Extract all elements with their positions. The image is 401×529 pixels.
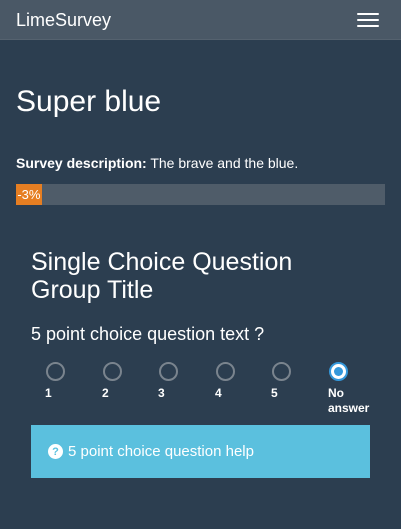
survey-title: Super blue	[16, 85, 162, 118]
hamburger-icon-bar	[357, 13, 379, 15]
answer-options: 1 2 3 4 5 No answer	[45, 362, 385, 422]
radio-button[interactable]	[272, 362, 291, 381]
radio-button-selected[interactable]	[329, 362, 348, 381]
group-title: Single Choice Question Group Title	[31, 248, 293, 304]
top-navbar: LimeSurvey	[0, 0, 401, 40]
answer-option-2[interactable]: 2	[102, 362, 152, 401]
survey-description: Survey description: The brave and the bl…	[16, 155, 386, 171]
progress-bar: -3%	[16, 184, 385, 205]
answer-label: No answer	[328, 386, 370, 415]
radio-button[interactable]	[159, 362, 178, 381]
answer-label: 3	[158, 386, 165, 400]
hamburger-icon-bar	[357, 19, 379, 21]
answer-label: 2	[102, 386, 109, 400]
survey-description-text: The brave and the blue.	[150, 155, 299, 171]
question-help-text: 5 point choice question help	[68, 443, 254, 460]
answer-option-4[interactable]: 4	[215, 362, 265, 401]
radio-button[interactable]	[103, 362, 122, 381]
answer-label: 4	[215, 386, 222, 400]
brand-link[interactable]: LimeSurvey	[16, 10, 111, 31]
survey-description-label: Survey description:	[16, 155, 147, 171]
question-circle-icon: ?	[48, 444, 63, 459]
question-help: ? 5 point choice question help	[31, 425, 370, 478]
radio-button[interactable]	[46, 362, 65, 381]
menu-toggle-button[interactable]	[351, 9, 385, 31]
answer-option-3[interactable]: 3	[158, 362, 208, 401]
radio-button[interactable]	[216, 362, 235, 381]
answer-label: 1	[45, 386, 52, 400]
answer-option-1[interactable]: 1	[45, 362, 95, 401]
hamburger-icon-bar	[357, 25, 379, 27]
answer-option-no-answer[interactable]: No answer	[328, 362, 378, 416]
progress-fill: -3%	[16, 184, 42, 205]
answer-label: 5	[271, 386, 278, 400]
answer-option-5[interactable]: 5	[271, 362, 321, 401]
question-text: 5 point choice question text ?	[31, 324, 265, 344]
